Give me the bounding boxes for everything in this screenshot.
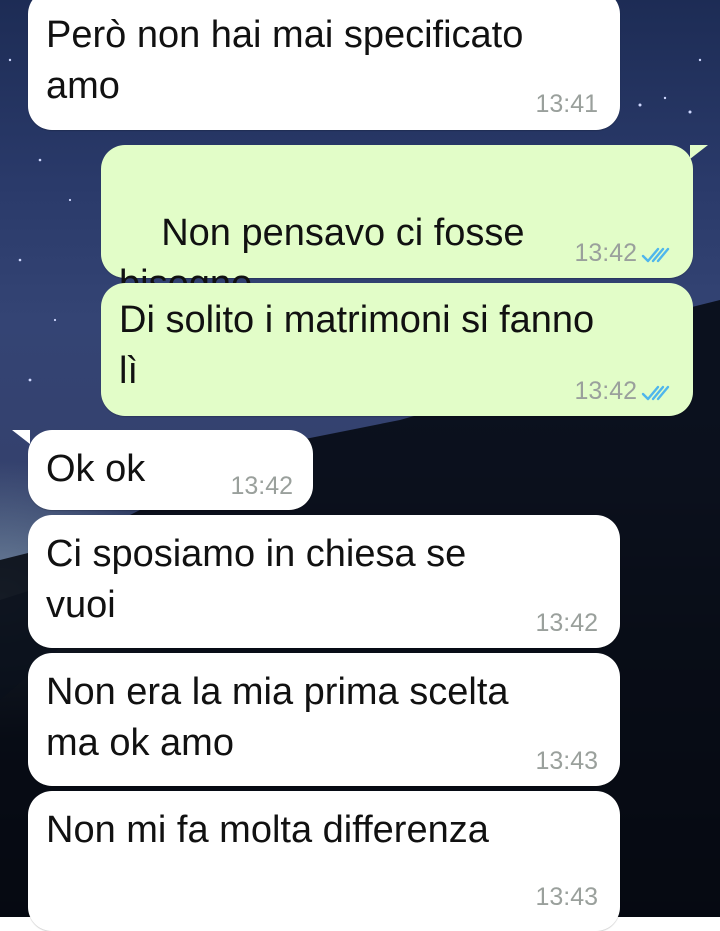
message-text: Ci sposiamo in chiesa se vuoi (46, 533, 467, 626)
message-timestamp: 13:42 (535, 609, 598, 637)
bubble-tail (690, 145, 708, 159)
message-text: Non mi fa molta differenza (46, 809, 489, 851)
bubble-tail (12, 430, 30, 444)
message-bubble-outgoing[interactable]: Non pensavo ci fosse bisogno 13:42 (101, 145, 693, 398)
double-check-icon (641, 385, 670, 401)
message-timestamp: 13:43 (535, 747, 598, 775)
message-timestamp: 13:42 (230, 472, 293, 500)
message-timestamp: 13:42 (574, 239, 637, 267)
message-bubble-outgoing[interactable]: Di solito i matrimoni si fanno lì 13:42 (101, 283, 693, 416)
double-check-icon (641, 247, 670, 263)
message-bubble-incoming[interactable]: Ok ok 13:42 (28, 430, 313, 510)
message-bubble-incoming[interactable]: Però non hai mai specificato amo 13:41 (28, 0, 620, 130)
message-bubble-incoming[interactable]: Non mi fa molta differenza 13:43 (28, 791, 620, 931)
message-timestamp: 13:43 (535, 883, 598, 911)
message-timestamp: 13:41 (535, 90, 598, 118)
message-timestamp: 13:42 (574, 377, 637, 405)
message-bubble-incoming[interactable]: Ci sposiamo in chiesa se vuoi 13:42 (28, 515, 620, 648)
message-text: Però non hai mai specificato amo (46, 14, 524, 107)
message-bubble-incoming[interactable]: Non era la mia prima scelta ma ok amo 13… (28, 653, 620, 786)
message-text: Non era la mia prima scelta ma ok amo (46, 671, 509, 764)
